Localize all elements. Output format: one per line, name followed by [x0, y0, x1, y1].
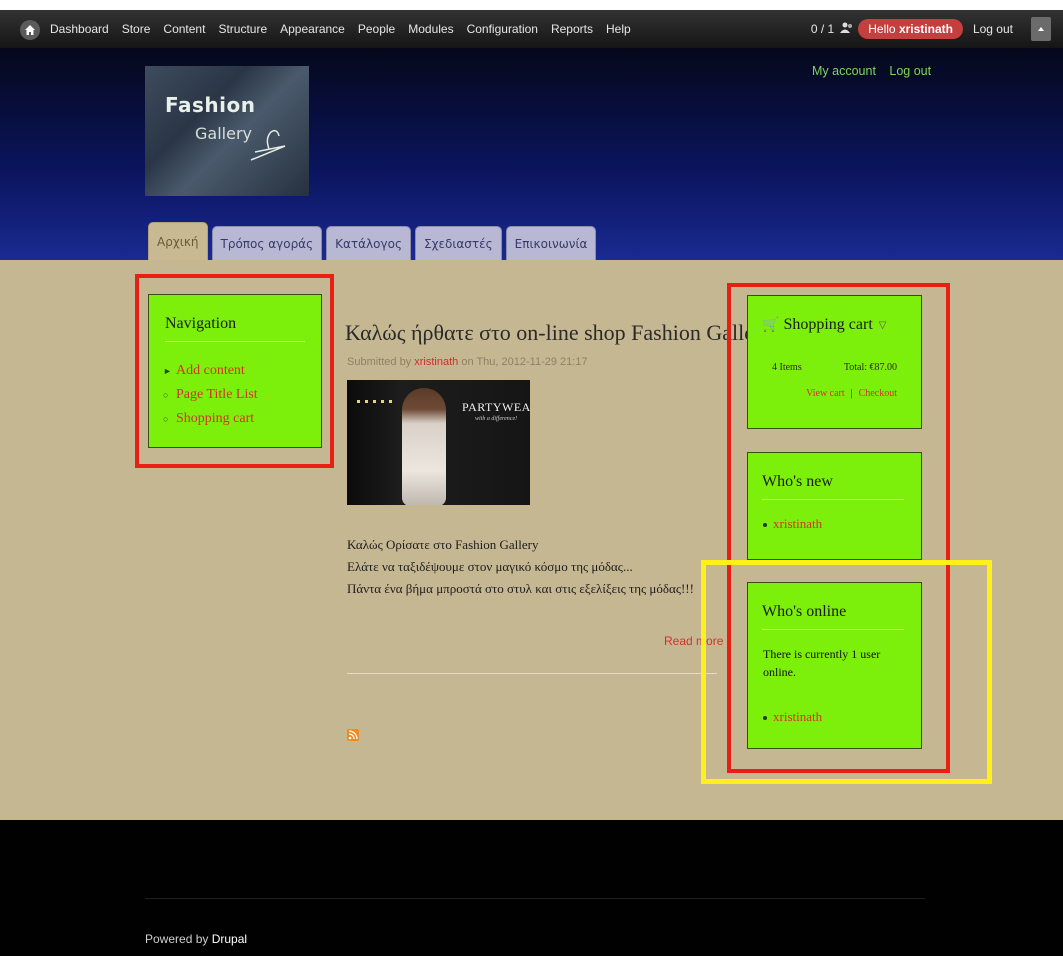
hanger-icon: [250, 129, 286, 161]
toolbar-item-content[interactable]: Content: [163, 22, 205, 36]
toolbar-item-appearance[interactable]: Appearance: [280, 22, 345, 36]
toolbar-item-dashboard[interactable]: Dashboard: [50, 22, 109, 36]
toolbar-item-people[interactable]: People: [358, 22, 395, 36]
submitted-date: on Thu, 2012-11-29 21:17: [461, 356, 588, 368]
toolbar-username: xristinath: [898, 22, 953, 36]
tab-catalog[interactable]: Κατάλογος: [326, 226, 411, 260]
header-logout-link[interactable]: Log out: [889, 64, 931, 78]
toolbar-logout-link[interactable]: Log out: [973, 22, 1013, 36]
image-caption-title: PARTYWEAR: [462, 400, 530, 414]
site-footer: Powered by Drupal: [0, 820, 1063, 956]
annotation-red-box-left: [135, 274, 334, 468]
node-image-partywear: PARTYWEAR with a difference!: [347, 380, 530, 505]
node-body: Καλώς Ορίσατε στο Fashion Gallery Ελάτε …: [347, 534, 694, 600]
main-content-area: Navigation ► Add content ○ Page Title List…: [0, 260, 1063, 820]
node-submitted-info: Submitted by xristinath on Thu, 2012-11-…: [347, 356, 588, 368]
footer-separator: [145, 898, 925, 899]
author-link[interactable]: xristinath: [414, 356, 458, 368]
logo-text-fashion: Fashion: [165, 93, 256, 117]
rss-feed-icon[interactable]: [347, 729, 359, 741]
users-icon: [840, 22, 854, 37]
image-lights: [357, 400, 397, 403]
hello-label: Hello: [868, 22, 896, 36]
toolbar-item-modules[interactable]: Modules: [408, 22, 453, 36]
image-model-figure: [402, 388, 446, 505]
main-menu-tabs: Αρχική Τρόπος αγοράς Κατάλογος Σχεδιαστέ…: [148, 221, 600, 260]
my-account-link[interactable]: My account: [812, 64, 876, 78]
body-line: Πάντα ένα βήμα μπροστά στο στυλ και στις…: [347, 581, 694, 596]
powered-by: Powered by Drupal: [145, 932, 247, 946]
powered-by-label: Powered by: [145, 932, 209, 946]
tab-how-to-buy[interactable]: Τρόπος αγοράς: [211, 226, 323, 260]
annotation-yellow-box: [701, 560, 992, 784]
drupal-link[interactable]: Drupal: [212, 932, 247, 946]
tab-contact[interactable]: Επικοινωνία: [505, 226, 597, 260]
body-line: Καλώς Ορίσατε στο Fashion Gallery: [347, 537, 539, 552]
secondary-menu: My account Log out: [812, 64, 941, 78]
home-icon[interactable]: [20, 20, 40, 40]
toolbar-item-store[interactable]: Store: [122, 22, 151, 36]
tab-home[interactable]: Αρχική: [148, 222, 208, 260]
body-line: Ελάτε να ταξιδέψουμε στον μαγικό κόσμο τ…: [347, 559, 633, 574]
admin-toolbar: Dashboard Store Content Structure Appear…: [0, 10, 1063, 48]
toolbar-item-configuration[interactable]: Configuration: [467, 22, 538, 36]
hello-user-badge[interactable]: Hello xristinath: [858, 19, 963, 39]
image-caption-subtitle: with a difference!: [475, 416, 518, 422]
toolbar-item-structure[interactable]: Structure: [218, 22, 267, 36]
node-separator: [347, 673, 717, 674]
submitted-prefix: Submitted by: [347, 356, 412, 368]
toolbar-menu: Dashboard Store Content Structure Appear…: [50, 10, 644, 48]
toolbar-item-help[interactable]: Help: [606, 22, 631, 36]
node-title[interactable]: Καλώς ήρθατε στο on-line shop Fashion Ga…: [345, 320, 772, 346]
online-counter: 0 / 1: [810, 22, 835, 36]
toolbar-user-area: 0 / 1 Hello xristinath Log out: [811, 10, 1051, 48]
shortcuts-toggle-button[interactable]: [1031, 17, 1051, 41]
site-header: Fashion Gallery My account Log out Αρχικ…: [0, 48, 1063, 260]
toolbar-item-reports[interactable]: Reports: [551, 22, 593, 36]
site-logo[interactable]: Fashion Gallery: [145, 66, 309, 196]
tab-designers[interactable]: Σχεδιαστές: [414, 226, 502, 260]
